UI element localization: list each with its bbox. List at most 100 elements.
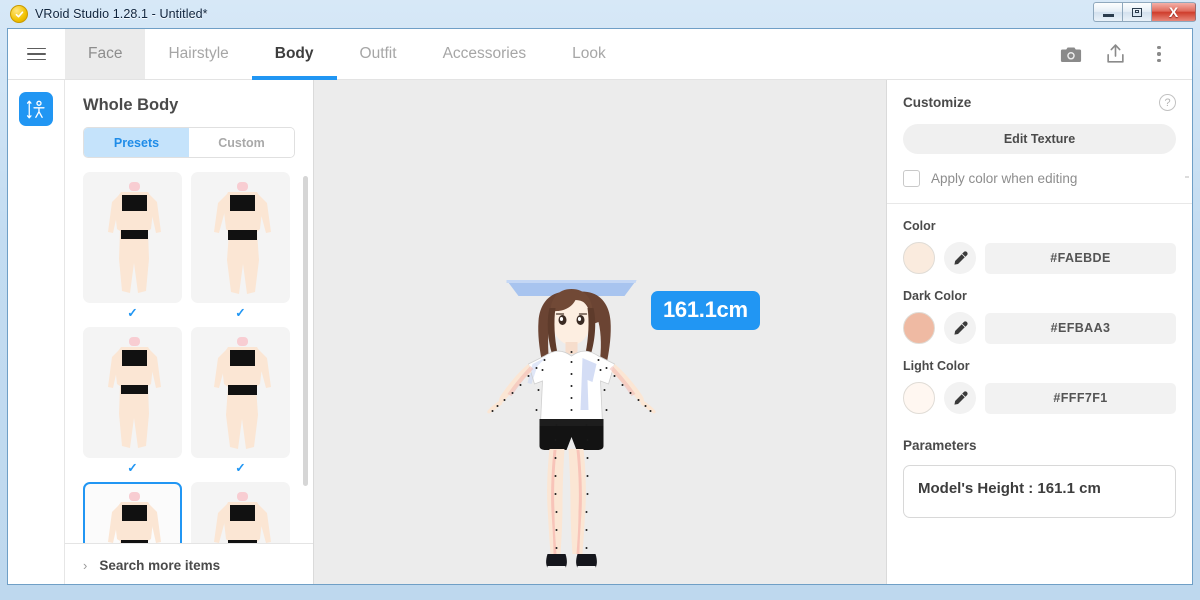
chevron-right-icon: › (83, 558, 87, 573)
close-button[interactable]: X (1151, 2, 1196, 22)
preset-check-icon: ✓ (191, 305, 290, 320)
hamburger-menu-icon[interactable] (8, 29, 65, 79)
color-section: Color #FAEBDE (887, 204, 1192, 274)
color-row: #EFBAA3 (903, 312, 1176, 344)
maximize-icon (1132, 8, 1142, 17)
more-options-icon[interactable] (1140, 35, 1178, 73)
preset-scrollbar[interactable] (303, 176, 308, 486)
color-hex-field[interactable]: #FAEBDE (985, 243, 1176, 274)
maximize-button[interactable] (1122, 2, 1151, 22)
model-height-badge: 161.1cm (651, 291, 760, 330)
preset-check-icon: ✓ (191, 460, 290, 475)
list-item: ✓ (191, 327, 290, 476)
parameters-section-label: Parameters (887, 414, 1192, 453)
tab-hairstyle[interactable]: Hairstyle (145, 29, 251, 79)
left-panel: Whole Body Presets Custom (65, 80, 314, 585)
segment-presets-label: Presets (114, 136, 159, 150)
main-tabs: Face Hairstyle Body Outfit Accessories (65, 29, 629, 79)
apply-color-when-editing-checkbox[interactable]: Apply color when editing (903, 170, 1176, 187)
light-color-hex-field[interactable]: #FFF7F1 (985, 383, 1176, 414)
mannequin-figure-icon (85, 484, 182, 543)
presets-custom-toggle: Presets Custom (83, 127, 295, 158)
list-item: ✓ (83, 327, 182, 476)
navbar-actions (1052, 29, 1192, 79)
list-item: ✓ (191, 172, 290, 321)
mannequin-figure-icon (85, 329, 182, 458)
model-viewport[interactable]: 161.1cm (314, 80, 886, 585)
workspace: Whole Body Presets Custom (8, 80, 1192, 585)
right-panel-scroll-indicator[interactable] (1185, 176, 1189, 178)
preset-thumbnail[interactable] (191, 327, 290, 458)
mannequin-figure-icon (193, 174, 290, 303)
search-more-items-button[interactable]: › Search more items (65, 543, 313, 585)
tab-outfit-label: Outfit (360, 45, 397, 63)
preset-check-icon: ✓ (83, 460, 182, 475)
tab-accessories[interactable]: Accessories (420, 29, 550, 79)
eyedropper-icon[interactable] (944, 242, 976, 274)
color-row: #FAEBDE (903, 242, 1176, 274)
preset-check-icon: ✓ (83, 305, 182, 320)
parameter-card[interactable]: Model's Height : 161.1 cm (903, 465, 1176, 518)
tab-accessories-label: Accessories (443, 45, 527, 63)
color-row: #FFF7F1 (903, 382, 1176, 414)
top-navigation-bar: Face Hairstyle Body Outfit Accessories (8, 29, 1192, 80)
window-controls: X (1093, 2, 1196, 22)
tab-look-label: Look (572, 45, 606, 63)
minimize-button[interactable] (1093, 2, 1122, 22)
segment-custom-label: Custom (218, 136, 265, 150)
tab-look[interactable]: Look (549, 29, 629, 79)
tab-face-label: Face (88, 45, 122, 63)
title-bar: VRoid Studio 1.28.1 - Untitled* X (0, 0, 1200, 28)
preset-list-scroll[interactable]: ✓ (65, 172, 313, 543)
preset-thumbnail-selected[interactable] (83, 482, 182, 543)
preset-thumbnail[interactable] (191, 172, 290, 303)
model-height-parameter-label: Model's Height : 161.1 cm (918, 480, 1161, 497)
body-measurement-icon[interactable] (19, 92, 53, 126)
tab-body[interactable]: Body (252, 29, 337, 79)
eyedropper-icon[interactable] (944, 312, 976, 344)
search-more-items-label: Search more items (99, 558, 220, 573)
list-item: ✓ (83, 172, 182, 321)
color-swatch[interactable] (903, 242, 935, 274)
list-item (191, 482, 290, 543)
light-color-section-label: Light Color (903, 359, 1176, 373)
list-item (83, 482, 182, 543)
tab-outfit[interactable]: Outfit (337, 29, 420, 79)
checkbox-box-icon (903, 170, 920, 187)
export-upload-icon[interactable] (1096, 35, 1134, 73)
preset-thumbnail[interactable] (191, 482, 290, 543)
dark-color-section: Dark Color #EFBAA3 (887, 274, 1192, 344)
light-color-swatch[interactable] (903, 382, 935, 414)
minimize-icon (1103, 14, 1114, 17)
preset-thumbnail[interactable] (83, 172, 182, 303)
dark-color-section-label: Dark Color (903, 289, 1176, 303)
light-color-section: Light Color #FFF7F1 (887, 344, 1192, 414)
preset-thumbnail[interactable] (83, 327, 182, 458)
customize-title: Customize (903, 95, 971, 110)
preset-grid: ✓ (83, 172, 295, 543)
edit-texture-button[interactable]: Edit Texture (903, 124, 1176, 154)
segmented-control-wrap: Presets Custom (65, 127, 313, 172)
app-logo-icon (10, 5, 28, 23)
apply-color-label: Apply color when editing (931, 171, 1077, 186)
dark-color-hex-field[interactable]: #EFBAA3 (985, 313, 1176, 344)
eyedropper-icon[interactable] (944, 382, 976, 414)
camera-icon[interactable] (1052, 35, 1090, 73)
customize-header: Customize ? (887, 80, 1192, 111)
left-tool-rail (8, 80, 65, 585)
tab-hairstyle-label: Hairstyle (168, 45, 228, 63)
character-model (314, 80, 886, 585)
color-section-label: Color (903, 219, 1176, 233)
dark-color-swatch[interactable] (903, 312, 935, 344)
right-panel: Customize ? Edit Texture Apply color whe… (886, 80, 1192, 585)
tab-body-label: Body (275, 45, 314, 63)
window-title: VRoid Studio 1.28.1 - Untitled* (35, 7, 208, 21)
mannequin-figure-icon (85, 174, 182, 303)
mannequin-figure-icon (193, 484, 290, 543)
tab-face[interactable]: Face (65, 29, 145, 79)
help-question-icon[interactable]: ? (1159, 94, 1176, 111)
panel-title: Whole Body (65, 80, 313, 127)
segment-custom[interactable]: Custom (189, 128, 294, 157)
segment-presets[interactable]: Presets (84, 128, 189, 157)
window-frame: VRoid Studio 1.28.1 - Untitled* X (0, 0, 1200, 600)
